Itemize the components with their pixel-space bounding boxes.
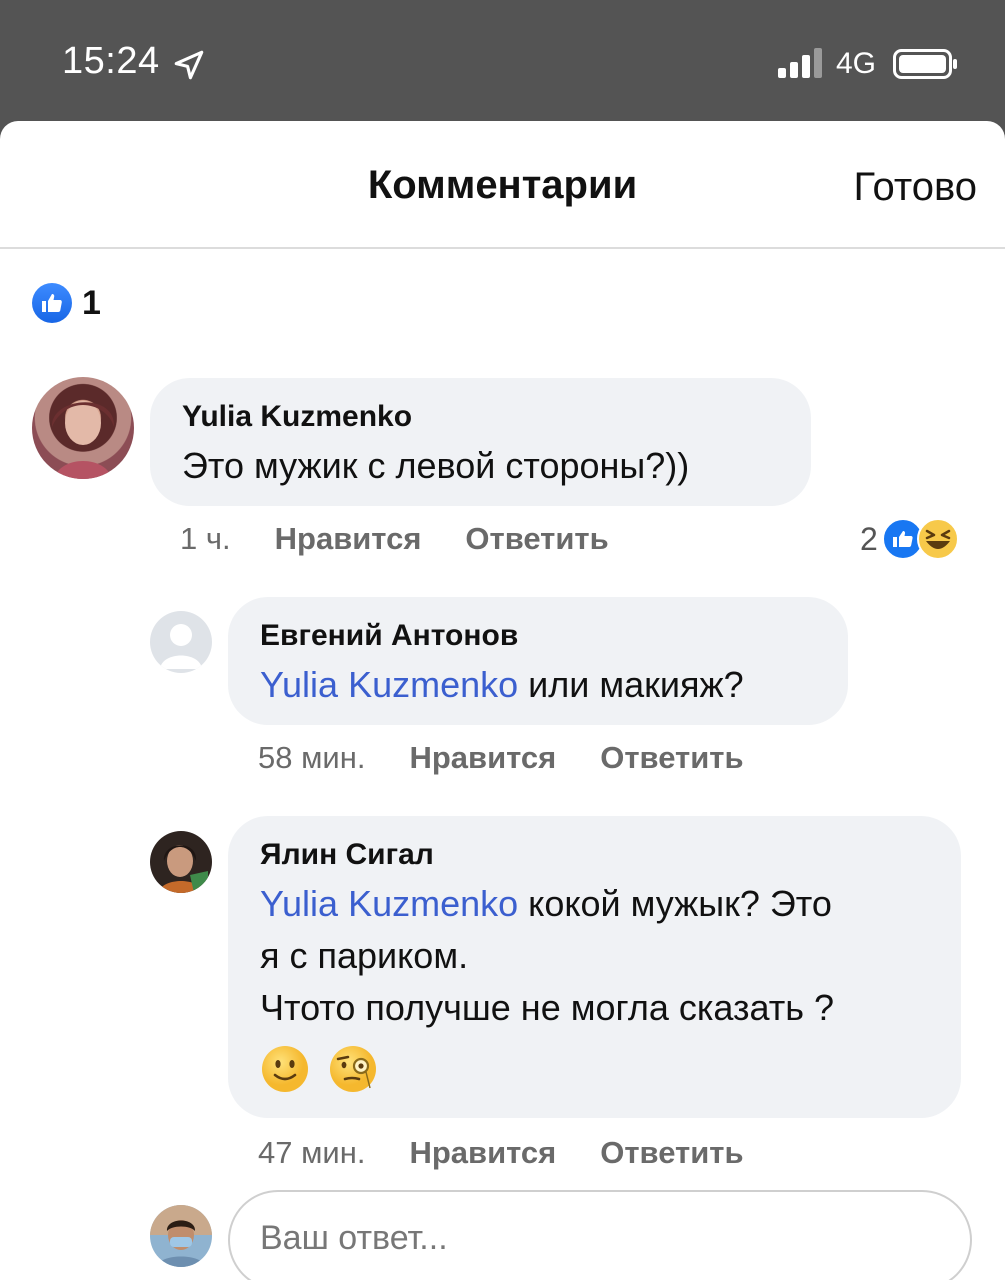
network-label: 4G	[836, 47, 877, 80]
reply-time: 47 мин.	[258, 1135, 366, 1170]
emoji-row	[260, 1044, 378, 1094]
reply-text-line3: Чтото получше не могла сказать ?	[260, 987, 835, 1028]
haha-icon	[916, 518, 959, 560]
location-arrow-icon	[174, 50, 204, 80]
status-bar: 15:24 4G	[0, 0, 1005, 122]
reply-text-body: или макияж?	[518, 664, 744, 705]
monocle-emoji	[330, 1046, 376, 1092]
reply-button[interactable]: Ответить	[600, 1135, 743, 1171]
reply-button[interactable]: Ответить	[465, 521, 608, 557]
like-button[interactable]: Нравится	[409, 1135, 556, 1171]
avatar[interactable]	[150, 611, 212, 673]
status-time: 15:24	[62, 40, 160, 82]
battery-icon	[893, 49, 957, 79]
comment-meta: 1 ч. Нравится Ответить	[180, 521, 609, 557]
post-likes[interactable]: 1	[32, 283, 101, 323]
reactions-count: 2	[860, 520, 878, 557]
header: Комментарии Готово	[0, 121, 1005, 249]
comments-sheet: Комментарии Готово 1 Yulia Kuzmenko Это …	[0, 121, 1005, 1280]
like-button[interactable]: Нравится	[275, 521, 422, 557]
mention-link[interactable]: Yulia Kuzmenko	[260, 664, 518, 705]
comment-text: Это мужик с левой стороны?))	[182, 445, 690, 486]
reply-text-line1: кокой мужык? Это	[518, 883, 832, 924]
signal-icon	[778, 48, 822, 78]
reply-text: Yulia Kuzmenko или макияж?	[260, 659, 744, 711]
avatar[interactable]	[150, 831, 212, 893]
reply-input[interactable]: Ваш ответ...	[228, 1190, 972, 1280]
comment-bubble[interactable]: Yulia Kuzmenko Это мужик с левой стороны…	[150, 378, 811, 506]
comment-author[interactable]: Yulia Kuzmenko	[182, 400, 412, 434]
likes-count: 1	[82, 283, 101, 322]
slight-smile-emoji	[262, 1046, 308, 1092]
like-button[interactable]: Нравится	[409, 740, 556, 776]
reply-author[interactable]: Евгений Антонов	[260, 619, 518, 653]
avatar[interactable]	[32, 377, 134, 479]
reply-time: 58 мин.	[258, 740, 366, 775]
reply-text-line2: я с париком.	[260, 935, 469, 976]
reply-bubble[interactable]: Евгений Антонов Yulia Kuzmenko или макия…	[228, 597, 848, 725]
like-icon	[32, 283, 72, 323]
reply-text: Yulia Kuzmenko кокой мужык? Это	[260, 878, 832, 930]
done-button[interactable]: Готово	[853, 165, 977, 210]
reply-author[interactable]: Ялин Сигал	[260, 838, 434, 872]
reply-meta: 58 мин. Нравится Ответить	[258, 740, 744, 776]
reply-button[interactable]: Ответить	[600, 740, 743, 776]
reply-meta: 47 мин. Нравится Ответить	[258, 1135, 744, 1171]
reply-bubble[interactable]: Ялин Сигал Yulia Kuzmenko кокой мужык? Э…	[228, 816, 961, 1118]
comment-reactions[interactable]: 2	[860, 517, 960, 561]
user-avatar	[150, 1205, 212, 1267]
mention-link[interactable]: Yulia Kuzmenko	[260, 883, 518, 924]
comment-time: 1 ч.	[180, 521, 231, 556]
